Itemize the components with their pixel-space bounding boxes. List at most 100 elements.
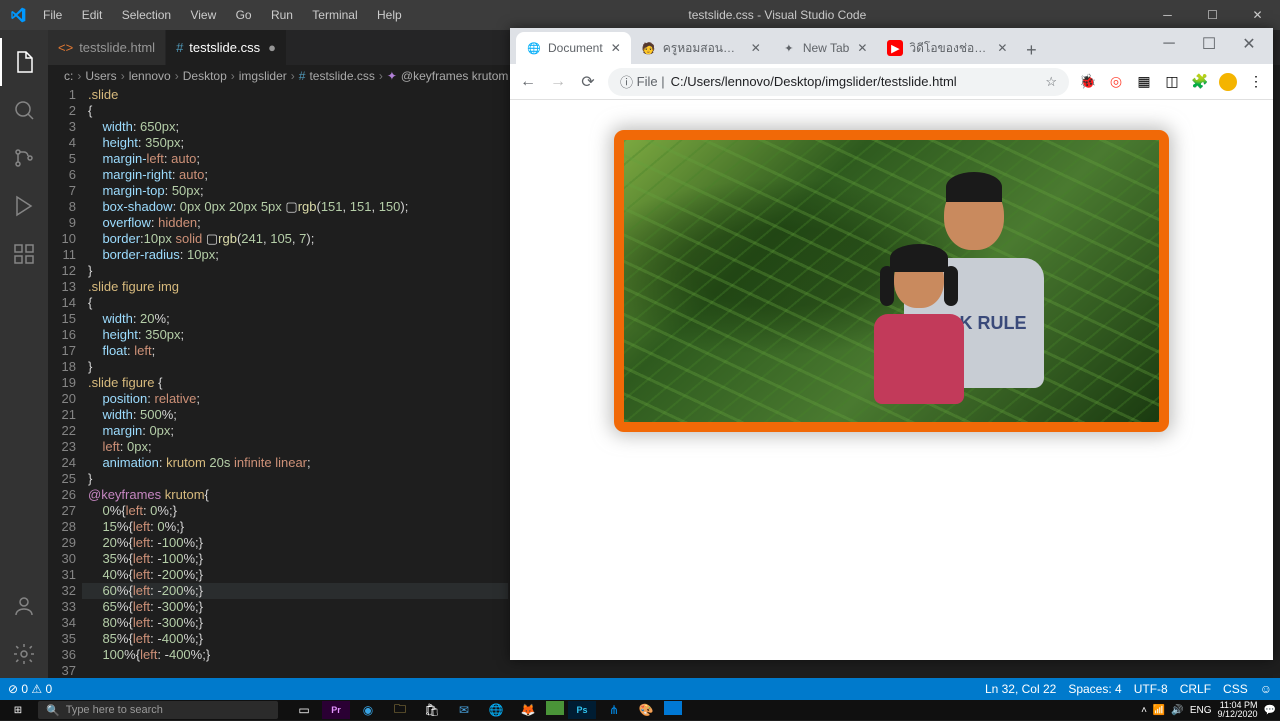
status-eol[interactable]: CRLF [1180,682,1211,696]
css-file-icon: # [176,40,183,55]
menu-edit[interactable]: Edit [74,8,111,22]
globe-icon: 🌐 [526,40,542,56]
menubar: File Edit Selection View Go Run Terminal… [35,8,410,22]
image-slider: REAK RULE [614,130,1169,432]
menu-run[interactable]: Run [263,8,301,22]
tab-testslide-html[interactable]: <> testslide.html [48,30,166,65]
chrome-tab-new[interactable]: ✦ New Tab ✕ [771,32,878,64]
chrome-maximize-icon[interactable]: ☐ [1189,30,1229,58]
settings-gear-icon[interactable] [0,630,48,678]
tab-label: New Tab [803,41,849,55]
bc-seg[interactable]: lennovo [129,69,171,83]
app-explorer-icon[interactable]: 🗀 [386,701,414,719]
app-premiere-icon[interactable]: Pr [322,701,350,719]
start-button[interactable]: ⊞ [0,705,36,716]
app-chrome-icon[interactable]: 🌐 [482,701,510,719]
code-content[interactable]: .slide{ width: 650px; height: 350px; mar… [88,87,508,678]
status-bar: ⊘ 0 ⚠ 0 Ln 32, Col 22 Spaces: 4 UTF-8 CR… [0,678,1280,700]
menu-view[interactable]: View [182,8,224,22]
back-button[interactable]: ← [518,73,538,91]
menu-go[interactable]: Go [228,8,260,22]
youtube-icon: ▶ [887,40,903,56]
system-tray: ˄ 📶 🔊 ENG 11:04 PM9/12/2020 💬 [1141,701,1280,719]
taskview-icon[interactable]: ▭ [290,701,318,719]
chrome-tab-youtube[interactable]: ▶วิดีโอของช่อง - YouTu✕ [877,32,1017,64]
app-camtasia-icon[interactable] [546,701,564,715]
tab-close-icon[interactable]: ✕ [997,41,1007,55]
titlebar: File Edit Selection View Go Run Terminal… [0,0,1280,30]
search-placeholder: Type here to search [66,704,163,716]
status-left[interactable]: ⊘ 0 ⚠ 0 [8,682,52,696]
url-scheme: File | [637,74,665,89]
tab-dirty-icon[interactable]: ● [268,40,276,55]
maximize-icon[interactable]: ☐ [1190,0,1235,30]
app-gimp-icon[interactable]: 🎨 [632,701,660,719]
forward-button[interactable]: → [548,73,568,91]
extensions-icon[interactable] [0,230,48,278]
source-control-icon[interactable] [0,134,48,182]
chrome-tab-2[interactable]: 🧑ครูหอมสอนคอมพิวเตอร์✕ [631,32,771,64]
ext-icon[interactable]: ▦ [1135,73,1153,91]
profile-avatar-icon[interactable] [1219,73,1237,91]
menu-terminal[interactable]: Terminal [304,8,365,22]
tab-close-icon[interactable]: ✕ [611,41,621,55]
menu-file[interactable]: File [35,8,70,22]
tray-clock[interactable]: 11:04 PM9/12/2020 [1218,701,1258,719]
bc-seg[interactable]: testslide.css [309,69,374,83]
taskbar: ⊞ 🔍 Type here to search ▭ Pr ◉ 🗀 🛍 ✉ 🌐 🦊… [0,700,1280,720]
app-store-icon[interactable]: 🛍 [418,701,446,719]
new-tab-button[interactable]: + [1017,36,1045,64]
bc-seg[interactable]: Users [85,69,116,83]
tab-close-icon[interactable]: ✕ [751,41,761,55]
taskbar-search[interactable]: 🔍 Type here to search [38,701,278,719]
chrome-tab-document[interactable]: 🌐Document✕ [516,32,631,64]
url-path: C:/Users/lennovo/Desktop/imgslider/tests… [671,74,957,89]
status-feedback-icon[interactable]: ☺ [1260,682,1272,696]
ext-icon[interactable]: 🐞 [1079,73,1097,91]
favicon-icon: ✦ [781,40,797,56]
tray-lang[interactable]: ENG [1190,705,1212,716]
status-lang[interactable]: CSS [1223,682,1248,696]
minimize-icon[interactable]: ─ [1145,0,1190,30]
close-icon[interactable]: ✕ [1235,0,1280,30]
chrome-close-icon[interactable]: ✕ [1229,30,1269,58]
app-photoshop-icon[interactable]: Ps [568,701,596,719]
search-icon[interactable] [0,86,48,134]
tray-wifi-icon[interactable]: 📶 [1153,705,1165,716]
slide-image: REAK RULE [624,140,1159,422]
app-vscode-icon[interactable]: ⋔ [600,701,628,719]
star-icon[interactable]: ☆ [1045,74,1057,90]
ext-icon[interactable]: ◎ [1107,73,1125,91]
status-encoding[interactable]: UTF-8 [1134,682,1168,696]
menu-selection[interactable]: Selection [114,8,179,22]
reload-button[interactable]: ⟳ [578,72,598,92]
app-edge-icon[interactable]: ◉ [354,701,382,719]
app-firefox-icon[interactable]: 🦊 [514,701,542,719]
bc-seg[interactable]: imgslider [239,69,287,83]
tab-label: testslide.html [79,40,155,55]
tray-notification-icon[interactable]: 💬 [1264,705,1276,716]
account-icon[interactable] [0,582,48,630]
run-debug-icon[interactable] [0,182,48,230]
tab-close-icon[interactable]: ✕ [857,41,867,55]
tray-chevron-icon[interactable]: ˄ [1141,705,1147,716]
tray-volume-icon[interactable]: 🔊 [1171,705,1183,716]
tab-testslide-css[interactable]: # testslide.css ● [166,30,287,65]
chrome-menu-icon[interactable]: ⋮ [1247,73,1265,91]
bc-seg[interactable]: @keyframes krutom [401,69,509,83]
address-bar[interactable]: ⓘ File | C:/Users/lennovo/Desktop/imgsli… [608,68,1069,96]
bc-seg[interactable]: c: [64,69,73,83]
status-spaces[interactable]: Spaces: 4 [1068,682,1121,696]
code-editor[interactable]: 1234567891011121314151617181920212223242… [48,87,508,678]
bc-seg[interactable]: Desktop [183,69,227,83]
menu-help[interactable]: Help [369,8,410,22]
app-photos-icon[interactable] [664,701,682,715]
extensions-puzzle-icon[interactable]: 🧩 [1191,73,1209,91]
window-title: testslide.css - Visual Studio Code [410,8,1145,22]
ext-icon[interactable]: ◫ [1163,73,1181,91]
explorer-icon[interactable] [0,38,48,86]
app-mail-icon[interactable]: ✉ [450,701,478,719]
status-cursor[interactable]: Ln 32, Col 22 [985,682,1056,696]
info-icon[interactable]: ⓘ [620,72,633,91]
chrome-minimize-icon[interactable]: ─ [1149,30,1189,58]
